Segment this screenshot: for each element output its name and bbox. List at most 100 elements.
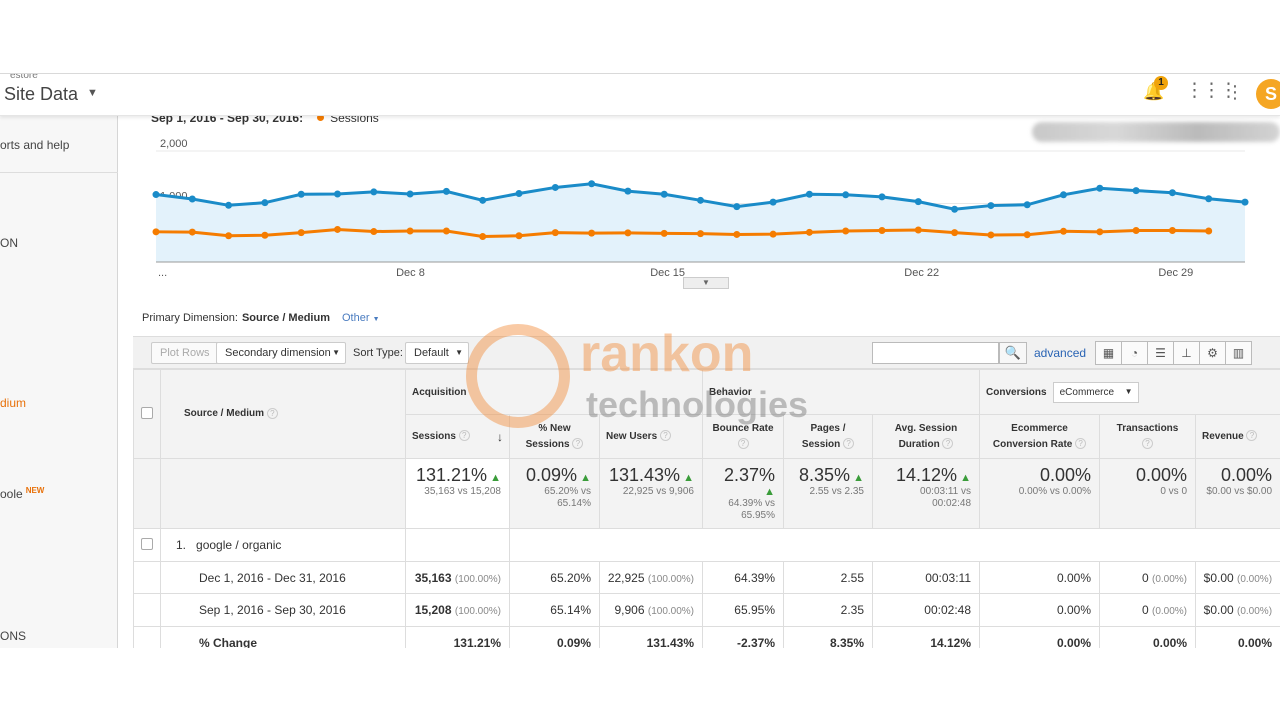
dimension-header[interactable]: Source / Medium ? [160, 369, 406, 459]
advanced-filter-link[interactable]: advanced [1034, 346, 1086, 360]
cell: 2.35 [783, 593, 873, 627]
series-current-point [1060, 191, 1067, 199]
primary-dimension-row: Primary Dimension: Source / Medium Other ▼ [142, 312, 380, 324]
col-ecommerce-conversion[interactable]: Ecommerce Conversion Rate ? [979, 414, 1101, 459]
row-checkbox-cell [133, 528, 161, 562]
total-sub: 0 vs 0 [1160, 486, 1188, 497]
primary-dimension-value[interactable]: Source / Medium [242, 312, 330, 324]
totals-blank [160, 458, 406, 529]
sidebar-divider [0, 172, 118, 173]
cell-value: 64.39% [734, 570, 775, 585]
help-icon[interactable]: ? [1246, 430, 1258, 442]
help-icon[interactable]: ? [737, 438, 749, 450]
col-avg-session-duration[interactable]: Avg. Session Duration ? [871, 414, 981, 459]
pie-view-icon[interactable]: ◔ [1121, 341, 1148, 365]
secondary-dimension-select[interactable]: Secondary dimension ▼ [216, 342, 346, 364]
series-previous-point [951, 229, 959, 237]
cell: 22,925 (100.00%) [599, 561, 703, 594]
total-value: 14.12% [896, 465, 958, 485]
col-pages-session[interactable]: Pages / Session ? [783, 414, 873, 459]
table-view-icon[interactable]: ▦ [1095, 341, 1122, 365]
series-current-point [1132, 187, 1140, 195]
more-vert-icon[interactable]: ⋮ [1226, 82, 1244, 103]
col-revenue[interactable]: Revenue ? [1195, 414, 1280, 459]
performance-view-icon[interactable]: ☰ [1147, 341, 1174, 365]
series-previous-point [588, 229, 596, 237]
help-icon[interactable]: ? [942, 438, 954, 450]
series-previous-point [479, 233, 487, 241]
change-cell: 0.09% [509, 626, 600, 648]
cell-value: 2.55 [840, 570, 864, 585]
total-sub: $0.00 vs $0.00 [1206, 486, 1273, 497]
plot-rows-button[interactable]: Plot Rows [151, 342, 219, 364]
cell-pct: (0.00%) [1152, 606, 1188, 617]
col-ecommerce-label: Ecommerce Conversion Rate [992, 422, 1073, 450]
col-bounce-rate[interactable]: Bounce Rate? [702, 414, 784, 459]
sort-type-value: Default [414, 347, 449, 359]
series-previous-point [551, 229, 559, 237]
table-row: 1. google / organic [133, 528, 1280, 562]
series-current-point [1241, 198, 1249, 206]
cell-pct: (100.00%) [454, 606, 501, 617]
cell: 0.00% [979, 561, 1101, 594]
behavior-group-header: Behavior [701, 369, 981, 415]
total-value: 0.09% [526, 465, 578, 485]
col-new-sessions[interactable]: % New Sessions ? [509, 414, 600, 459]
total-value: 8.35% [799, 465, 851, 485]
sidebar-item-source-medium[interactable]: dium [0, 396, 26, 410]
term-cloud-icon[interactable]: ⚙ [1199, 341, 1226, 365]
change-cell: 131.21% [405, 626, 510, 648]
row-empty-cell [508, 528, 1280, 562]
col-pages-session-label: Pages / Session [801, 422, 846, 450]
conversions-group-header: Conversions eCommerce ▼ [979, 369, 1280, 415]
cell: 35,163 (100.00%) [405, 561, 510, 594]
series-previous-point [842, 227, 850, 235]
help-icon[interactable]: ? [1142, 438, 1154, 450]
analytics-frame: estore Site Data ▼ 🔔 1 ⋮⋮⋮ ⋮ S orts and … [0, 73, 1280, 648]
avatar[interactable]: S [1256, 79, 1280, 109]
select-all-checkbox[interactable] [141, 406, 153, 419]
sidebar-section-conversions[interactable]: ONS [0, 629, 26, 643]
caret-down-icon: ▼ [455, 348, 463, 357]
total-sub: 0.00% vs 0.00% [1018, 486, 1092, 497]
sidebar-item-google[interactable]: oole NEW [0, 486, 44, 501]
help-icon[interactable]: ? [659, 430, 671, 442]
pivot-view-icon[interactable]: ▥ [1225, 341, 1252, 365]
col-transactions[interactable]: Transactions? [1099, 414, 1197, 459]
help-icon[interactable]: ? [843, 438, 855, 450]
series-previous-point [1096, 228, 1104, 236]
search-icon[interactable]: 🔍 [999, 342, 1027, 364]
chart-collapse-toggle[interactable]: ▼ [683, 277, 729, 289]
row-source-link[interactable]: google / organic [196, 538, 281, 552]
sidebar-item-reports-help[interactable]: orts and help [0, 138, 69, 152]
table-view-switcher: ▦ ◔ ☰ ⊥ ⚙ ▥ [1095, 341, 1252, 365]
comparison-view-icon[interactable]: ⊥ [1173, 341, 1200, 365]
series-previous-point [624, 229, 632, 237]
series-current-point [987, 202, 995, 210]
cell: 15,208 (100.00%) [405, 593, 510, 627]
conversions-goal-select[interactable]: eCommerce ▼ [1052, 381, 1139, 403]
row-checkbox[interactable] [141, 537, 153, 550]
sort-type-select[interactable]: Default ▼ [405, 342, 469, 364]
other-dimension-link[interactable]: Other ▼ [342, 312, 380, 324]
cell-value: 65.95% [734, 603, 775, 617]
help-icon[interactable]: ? [458, 430, 470, 442]
caret-down-icon: ▼ [1124, 386, 1133, 396]
table-search-input[interactable] [872, 342, 999, 364]
col-sessions[interactable]: Sessions ? ↓ [405, 414, 510, 459]
help-icon[interactable]: ? [572, 438, 584, 450]
caret-down-icon[interactable]: ▼ [87, 87, 98, 99]
series-previous-point [1023, 231, 1031, 239]
series-previous-point [878, 227, 886, 234]
total-sub: 00:03:11 vs 00:02:48 [920, 486, 972, 509]
row-blank [133, 593, 161, 627]
property-selector[interactable]: Site Data [4, 84, 78, 105]
sidebar-section-acquisition[interactable]: ON [0, 236, 18, 250]
series-previous-point [660, 229, 668, 237]
help-icon[interactable]: ? [1075, 438, 1087, 450]
col-new-users[interactable]: New Users ? [599, 414, 703, 459]
row-label-cell: 1. google / organic [160, 528, 406, 562]
sidebar-item-google-label: oole [0, 487, 23, 501]
total-cell: 131.21% ▲ 35,163 vs 15,208 [405, 458, 510, 529]
help-icon[interactable]: ? [266, 408, 278, 420]
